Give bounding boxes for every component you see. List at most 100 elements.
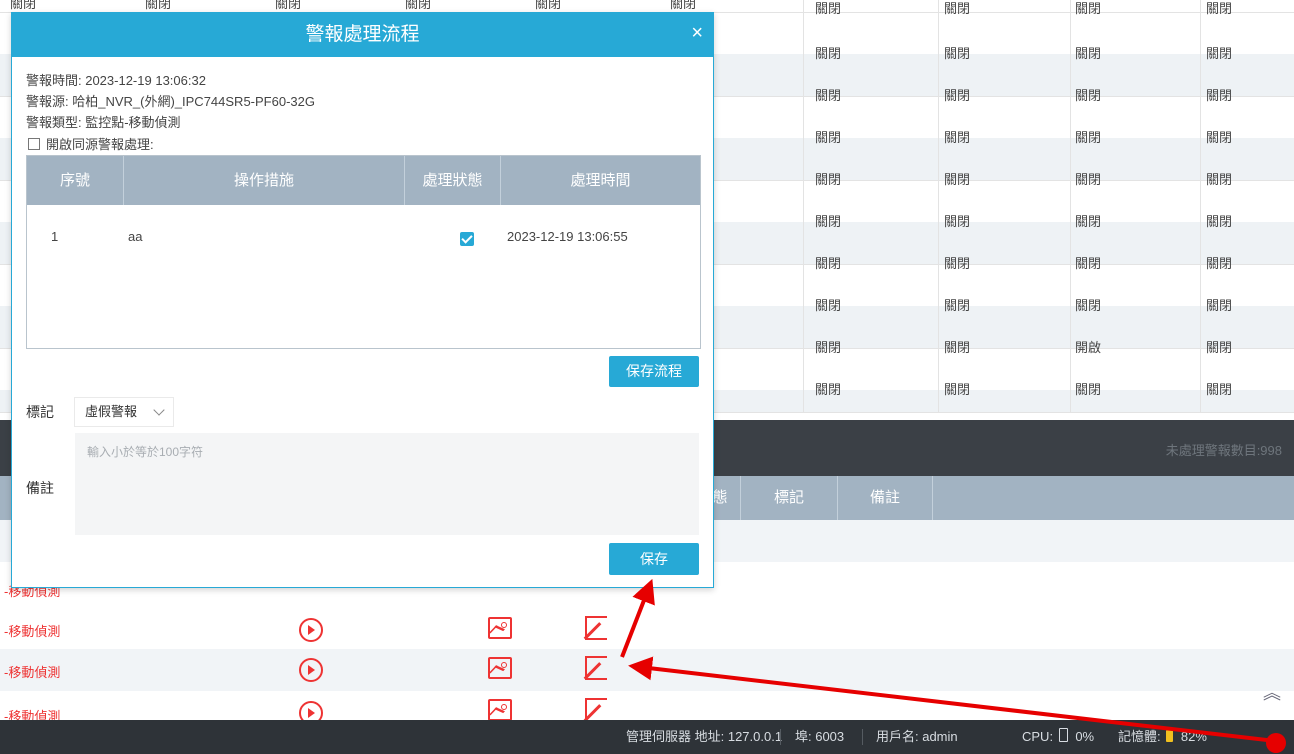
grid-divider <box>803 0 804 412</box>
cpu-usage: CPU: 0% <box>1022 720 1094 754</box>
memory-usage: 記憶體: 82% <box>1118 720 1207 754</box>
grid-cell: 關閉 <box>1206 214 1233 229</box>
grid-cell: 關閉 <box>944 130 971 145</box>
close-icon[interactable]: × <box>691 13 703 57</box>
grid-cell: 關閉 <box>1075 172 1102 187</box>
grid-cell: 關閉 <box>1206 340 1233 355</box>
user-name: 用戶名: admin <box>876 729 958 744</box>
grid-cell: 關閉 <box>815 382 842 397</box>
grid-cell: 關閉 <box>815 1 842 16</box>
server-port: 埠: 6003 <box>795 729 845 744</box>
grid-cell: 關閉 <box>815 172 842 187</box>
save-button[interactable]: 保存 <box>609 543 699 575</box>
grid-cell: 關閉 <box>815 340 842 355</box>
note-label: 備註 <box>26 480 54 496</box>
grid-divider <box>1200 0 1201 412</box>
header-divider <box>932 476 933 520</box>
grid-cell: 關閉 <box>1206 1 1233 16</box>
grid-cell: 關閉 <box>1075 382 1102 397</box>
grid-divider <box>938 0 939 412</box>
grid-cell: 關閉 <box>944 214 971 229</box>
cpu-label: CPU: <box>1022 729 1054 744</box>
grid-cell: 關閉 <box>1075 46 1102 61</box>
status-divider <box>862 729 863 745</box>
grid-cell: 關閉 <box>815 46 842 61</box>
alarm-type-info: 警報類型: 監控點-移動偵測 <box>26 115 181 130</box>
scroll-to-top-icon[interactable]: ︽ <box>1262 683 1282 703</box>
grid-cell: 關閉 <box>1206 256 1233 271</box>
memory-label: 記憶體: <box>1118 729 1161 744</box>
same-source-label: 開啟同源警報處理: <box>46 137 154 152</box>
status-checkbox[interactable] <box>460 232 474 246</box>
grid-divider <box>1070 0 1071 412</box>
grid-cell: 關閉 <box>1206 130 1233 145</box>
grid-cell: 關閉 <box>944 340 971 355</box>
mark-select[interactable]: 虛假警報 <box>74 397 174 427</box>
grid-cell: 關閉 <box>815 298 842 313</box>
alarm-process-dialog: 警報處理流程 × 警報時間: 2023-12-19 13:06:32 警報源: … <box>11 12 714 588</box>
alarm-source: 警報源: 哈柏_NVR_(外網)_IPC744SR5-PF60-32G <box>26 94 315 109</box>
play-icon[interactable] <box>299 658 323 682</box>
grid-cell: 關閉 <box>1075 88 1102 103</box>
edit-icon[interactable] <box>585 616 607 640</box>
chevron-down-icon <box>153 404 165 416</box>
memory-icon <box>1166 730 1174 742</box>
process-table: 序號 操作措施 處理狀態 處理時間 1 aa 2023-12-19 13:06:… <box>26 155 701 349</box>
server-address: 管理伺服器 地址: 127.0.0.1 <box>626 729 783 744</box>
grid-cell: 關閉 <box>944 256 971 271</box>
grid-cell: 關閉 <box>1206 88 1233 103</box>
grid-cell: 關閉 <box>1075 256 1102 271</box>
image-icon[interactable] <box>488 617 512 639</box>
cpu-icon <box>1058 728 1068 742</box>
grid-cell: 關閉 <box>944 1 971 16</box>
alarm-time: 警報時間: 2023-12-19 13:06:32 <box>26 73 206 88</box>
grid-cell: 關閉 <box>1206 298 1233 313</box>
col-time: 處理時間 <box>570 172 631 189</box>
image-icon[interactable] <box>488 657 512 679</box>
edit-icon[interactable] <box>585 656 607 680</box>
pending-alarm-count: 未處理警報數目:998 <box>1165 443 1282 458</box>
col-action: 操作措施 <box>233 172 294 189</box>
grid-cell: 關閉 <box>1075 130 1102 145</box>
row-seq: 1 <box>51 229 59 244</box>
mark-select-value: 虛假警報 <box>85 404 138 419</box>
grid-cell: 關閉 <box>815 130 842 145</box>
grid-cell: 關閉 <box>1075 298 1102 313</box>
alarm-row[interactable]: -移動偵測 <box>0 649 1294 691</box>
note-textarea[interactable] <box>75 433 699 535</box>
image-icon[interactable] <box>488 699 512 721</box>
grid-cell: 關閉 <box>944 88 971 103</box>
cpu-value: 0% <box>1075 729 1095 744</box>
process-table-header: 序號 操作措施 處理狀態 處理時間 <box>27 156 700 205</box>
grid-cell: 關閉 <box>1075 214 1102 229</box>
grid-cell: 開啟 <box>1075 340 1102 355</box>
alarm-type: -移動偵測 <box>4 665 61 680</box>
grid-cell: 關閉 <box>815 214 842 229</box>
alarm-type: -移動偵測 <box>4 624 61 639</box>
status-bar: 管理伺服器 地址: 127.0.0.1 埠: 6003 用戶名: admin C… <box>0 720 1294 754</box>
col-status: 處理狀態 <box>422 172 483 189</box>
grid-cell: 關閉 <box>1206 46 1233 61</box>
alarm-col-mark: 標記 <box>773 489 804 506</box>
mark-label: 標記 <box>26 404 54 420</box>
same-source-checkbox[interactable] <box>28 138 40 150</box>
record-indicator-icon <box>1266 733 1286 753</box>
grid-cell: 關閉 <box>944 298 971 313</box>
grid-cell: 關閉 <box>1206 172 1233 187</box>
grid-cell: 關閉 <box>1206 382 1233 397</box>
dialog-title: 警報處理流程 <box>12 13 713 57</box>
col-seq: 序號 <box>59 172 90 189</box>
grid-cell: 關閉 <box>944 382 971 397</box>
save-flow-button[interactable]: 保存流程 <box>609 356 699 387</box>
grid-cell: 關閉 <box>815 88 842 103</box>
status-divider <box>780 729 781 745</box>
row-time: 2023-12-19 13:06:55 <box>507 229 628 244</box>
edit-icon[interactable] <box>585 698 607 722</box>
alarm-col-note: 備註 <box>869 489 900 506</box>
grid-cell: 關閉 <box>1075 1 1102 16</box>
grid-cell: 關閉 <box>944 46 971 61</box>
alarm-row[interactable]: -移動偵測 <box>0 607 1294 649</box>
play-icon[interactable] <box>299 618 323 642</box>
grid-cell: 關閉 <box>815 256 842 271</box>
grid-cell: 關閉 <box>944 172 971 187</box>
